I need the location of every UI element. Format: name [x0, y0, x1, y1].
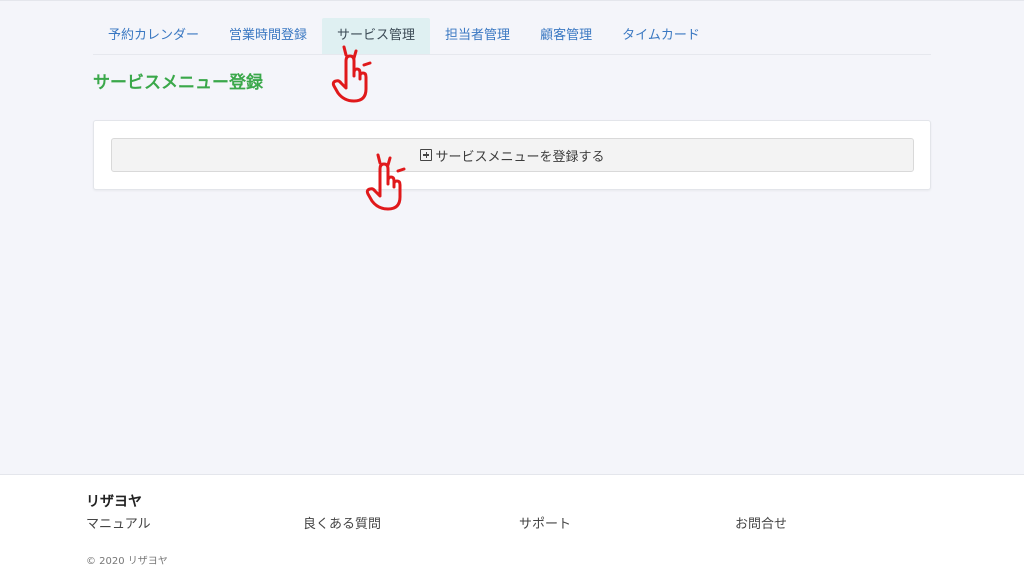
tab-service-management[interactable]: サービス管理: [322, 18, 431, 54]
footer-link-contact[interactable]: お問合せ: [735, 513, 787, 532]
register-button-label: サービスメニューを登録する: [435, 149, 605, 165]
nav-tabs: 予約カレンダー 営業時間登録 サービス管理 担当者管理 顧客管理 タイムカード: [93, 18, 931, 55]
tab-customer-management[interactable]: 顧客管理: [525, 18, 607, 54]
page-title: サービスメニュー登録: [93, 73, 263, 93]
footer-link-manual[interactable]: マニュアル: [86, 513, 151, 532]
tab-staff-management[interactable]: 担当者管理: [430, 18, 525, 54]
main-area: 予約カレンダー 営業時間登録 サービス管理 担当者管理 顧客管理 タイムカード …: [0, 0, 1024, 474]
footer-link-support[interactable]: サポート: [519, 513, 571, 532]
tab-business-hours[interactable]: 営業時間登録: [214, 18, 322, 54]
copyright: © 2020 リザヨヤ: [86, 556, 168, 567]
footer: リザヨヤ マニュアル 良くある質問 サポート お問合せ © 2020 リザヨヤ: [0, 474, 1024, 571]
service-menu-card: サービスメニューを登録する: [93, 120, 931, 190]
footer-link-faq[interactable]: 良くある質問: [303, 513, 381, 532]
tab-reservation-calendar[interactable]: 予約カレンダー: [93, 18, 214, 54]
page: 予約カレンダー 営業時間登録 サービス管理 担当者管理 顧客管理 タイムカード …: [0, 0, 1024, 571]
register-service-menu-button[interactable]: サービスメニューを登録する: [111, 138, 914, 172]
footer-brand: リザヨヤ: [86, 494, 142, 510]
tab-time-card[interactable]: タイムカード: [607, 18, 715, 54]
plus-square-icon: [420, 149, 433, 161]
